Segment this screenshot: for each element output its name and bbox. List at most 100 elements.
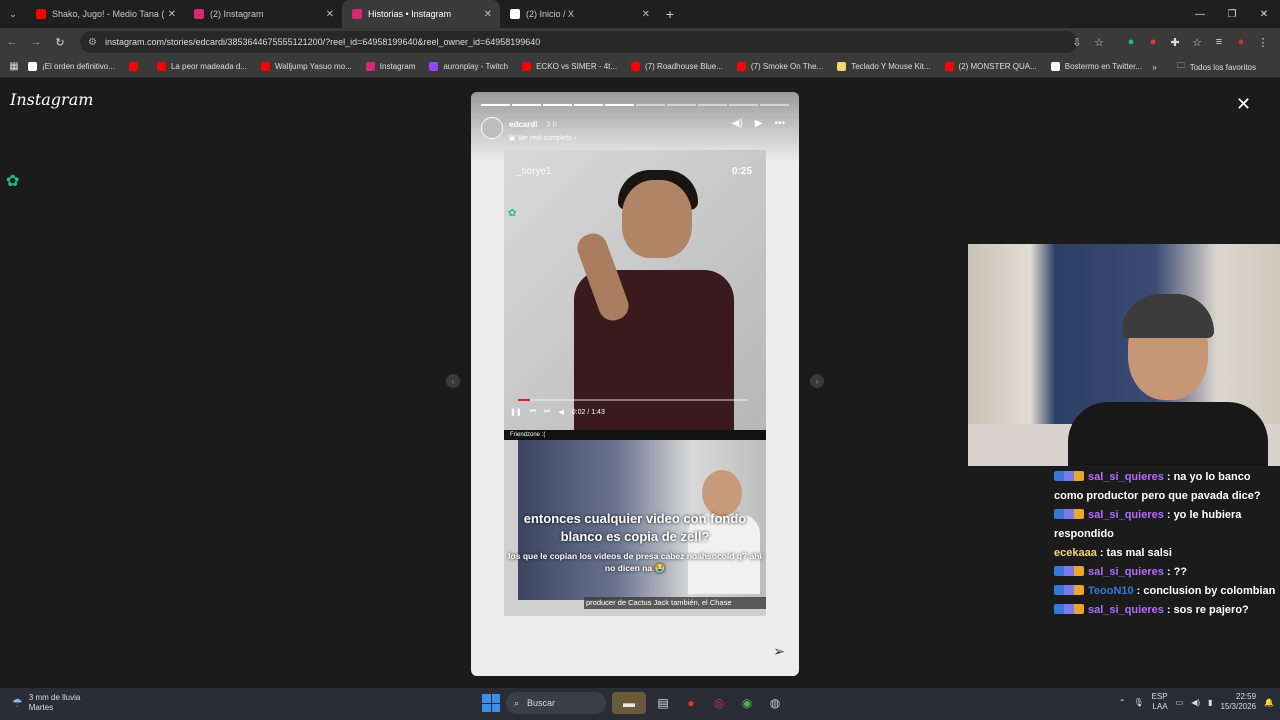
- chat-message: ecekaaa: tas mal salsi: [1054, 544, 1278, 563]
- reload-button[interactable]: ↻: [48, 36, 72, 49]
- obs-icon[interactable]: ◍: [764, 692, 786, 714]
- next-story-arrow-icon[interactable]: ›: [810, 374, 824, 388]
- install-app-icon[interactable]: ⇩: [1066, 36, 1088, 49]
- story-progress-segment: [574, 104, 603, 106]
- bookmark-star-icon[interactable]: ☆: [1088, 36, 1110, 49]
- volume-tray-icon[interactable]: ◀): [1191, 698, 1200, 707]
- chat-username: sal_si_quieres: [1088, 566, 1164, 578]
- clock[interactable]: 22:59 15/3/2026: [1220, 692, 1256, 712]
- widget-landscape-icon[interactable]: ▬: [612, 692, 646, 714]
- file-explorer-icon[interactable]: ▤: [652, 692, 674, 714]
- bookmark-item[interactable]: ECKO vs SIMER - 4t...: [522, 62, 617, 71]
- more-options-icon[interactable]: •••: [774, 118, 785, 129]
- embedded-video-controls: ❚❚ ⏮ ⏭ ◀ 0:02 / 1:43: [510, 399, 760, 419]
- chat-badges-icon: [1054, 471, 1084, 481]
- extension-red-icon[interactable]: ●: [1142, 36, 1164, 48]
- bookmark-label: Bostermo en Twitter...: [1064, 62, 1142, 71]
- notification-bell-icon[interactable]: 🔔: [1264, 698, 1274, 707]
- volume-icon[interactable]: ◀: [558, 408, 563, 416]
- rain-cloud-icon: ☂: [12, 696, 23, 710]
- embedded-seek-bar[interactable]: [518, 399, 748, 401]
- media-control-icon[interactable]: ≡: [1208, 36, 1230, 48]
- bookmark-item[interactable]: Instagram: [365, 62, 415, 71]
- new-tab-button[interactable]: +: [658, 6, 682, 22]
- story-caption-sub: los que le copian los videos de presa ca…: [508, 551, 762, 573]
- mute-icon[interactable]: ◀): [732, 118, 743, 129]
- start-windows-icon[interactable]: [482, 694, 500, 712]
- story-progress-segment: [760, 104, 789, 106]
- weather-widget[interactable]: ☂ 3 mm de lluvia Martes: [12, 693, 80, 713]
- extensions-puzzle-icon[interactable]: ✚: [1164, 36, 1186, 49]
- all-bookmarks-folder[interactable]: 🗀 Todos los favoritos: [1177, 60, 1256, 74]
- tab-strip: ⌄ Shako, Jugo! - Medio Tana (Vid✕(2) Ins…: [0, 0, 1280, 28]
- story-card[interactable]: edcardi 3 h ▣ Ver reel completo › ◀) ▶ •…: [471, 92, 799, 676]
- bookmark-item[interactable]: (7) Smoke On The...: [736, 62, 824, 71]
- browser-tab[interactable]: Shako, Jugo! - Medio Tana (Vid ✕: [26, 0, 184, 28]
- instagram-app-icon[interactable]: ◎: [708, 692, 730, 714]
- browser-tab[interactable]: (2) Inicio / X ✕: [500, 0, 658, 28]
- close-tab-icon[interactable]: ✕: [326, 9, 334, 20]
- next-icon[interactable]: ⏭: [544, 408, 550, 416]
- folder-icon: 🗀: [1176, 61, 1185, 70]
- bookmark-label: (7) Smoke On The...: [750, 62, 824, 71]
- forward-button[interactable]: →: [24, 36, 48, 48]
- menu-kebab-icon[interactable]: ⋮: [1252, 36, 1274, 49]
- more-bookmarks-chevron-icon[interactable]: »: [1152, 63, 1156, 72]
- bookmark-item[interactable]: auronplay - Twitch: [429, 62, 508, 71]
- tab-favicon-icon: [510, 9, 520, 19]
- view-full-reel-link[interactable]: ▣ Ver reel completo ›: [509, 134, 576, 142]
- extension-gpt-icon[interactable]: ●: [1120, 36, 1142, 48]
- previous-story-arrow-icon[interactable]: ‹: [446, 374, 460, 388]
- bookmark-item[interactable]: Teclado Y Mouse Kit...: [837, 62, 931, 71]
- bookmark-item[interactable]: (7) Roadhouse Blue...: [631, 62, 723, 71]
- bookmark-item[interactable]: Walljump Yasuo mo...: [261, 62, 352, 71]
- battery-icon[interactable]: ▮: [1208, 698, 1212, 707]
- tray-chevron-icon[interactable]: ⌃: [1119, 698, 1126, 707]
- chatgpt-extension-icon[interactable]: ✿: [6, 171, 26, 191]
- bookmark-item[interactable]: La peor madeada d...: [156, 62, 247, 71]
- profile-avatar[interactable]: ●: [1230, 36, 1252, 48]
- chrome-icon[interactable]: ◉: [736, 692, 758, 714]
- microphone-icon[interactable]: 🎙: [1133, 698, 1143, 707]
- window-controls: — ❐ ✕: [1184, 0, 1280, 28]
- bookmark-favicon-icon: [429, 62, 439, 71]
- back-button[interactable]: ←: [0, 36, 24, 48]
- chat-text: : tas mal salsi: [1099, 547, 1172, 559]
- story-progress-segment: [636, 104, 665, 106]
- favorites-icon[interactable]: ☆: [1186, 36, 1208, 49]
- instagram-logo[interactable]: Instagram: [10, 90, 93, 109]
- bookmark-favicon-icon: [944, 62, 954, 71]
- close-window-button[interactable]: ✕: [1248, 0, 1280, 28]
- prev-icon[interactable]: ⏮: [530, 408, 536, 416]
- story-username[interactable]: edcardi: [509, 120, 537, 129]
- restore-button[interactable]: ❐: [1216, 0, 1248, 28]
- share-send-icon[interactable]: ➢: [773, 643, 785, 660]
- chat-message: sal_si_quieres: yo le hubiera respondido: [1054, 506, 1278, 544]
- bookmark-item[interactable]: ¡El orden definitivo...: [28, 62, 115, 71]
- play-icon[interactable]: ▶: [755, 118, 763, 129]
- close-story-icon[interactable]: ✕: [1236, 94, 1251, 115]
- browser-tab[interactable]: Historias • Instagram ✕: [342, 0, 500, 28]
- app-red-icon[interactable]: ●: [680, 692, 702, 714]
- close-tab-icon[interactable]: ✕: [642, 9, 650, 20]
- language-indicator[interactable]: ESP LAA: [1152, 692, 1168, 712]
- close-tab-icon[interactable]: ✕: [484, 9, 492, 20]
- language-code: ESP: [1151, 692, 1168, 701]
- pause-icon[interactable]: ❚❚: [510, 408, 522, 416]
- apps-grid-icon[interactable]: ▦: [0, 61, 28, 72]
- bookmark-item[interactable]: [128, 62, 143, 71]
- taskbar-search[interactable]: ⌕ Buscar: [506, 692, 606, 714]
- story-avatar[interactable]: [481, 117, 503, 139]
- close-tab-icon[interactable]: ✕: [168, 9, 176, 20]
- tab-search-button[interactable]: ⌄: [0, 9, 26, 20]
- network-icon[interactable]: ▭: [1176, 698, 1184, 707]
- bookmark-label: Walljump Yasuo mo...: [275, 62, 352, 71]
- bookmark-item[interactable]: Bostermo en Twitter...: [1050, 62, 1142, 71]
- minimize-button[interactable]: —: [1184, 0, 1216, 28]
- bookmark-item[interactable]: (2) MONSTER QUA...: [944, 62, 1037, 71]
- bookmark-favicon-icon: [128, 62, 138, 71]
- tab-title: Shako, Jugo! - Medio Tana (Vid: [52, 9, 164, 19]
- site-info-icon[interactable]: ⚙: [88, 37, 97, 48]
- browser-tab[interactable]: (2) Instagram ✕: [184, 0, 342, 28]
- address-bar[interactable]: ⚙ instagram.com/stories/edcardi/38536446…: [80, 31, 1078, 53]
